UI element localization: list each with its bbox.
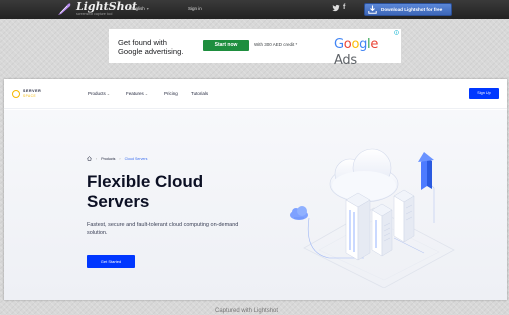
ad-start-now-button[interactable]: Start now bbox=[203, 40, 249, 51]
chevron-down-icon: ▾ bbox=[146, 6, 149, 11]
nav-products[interactable]: Products⌄ bbox=[88, 91, 110, 97]
signin-link[interactable]: Sign in bbox=[188, 6, 202, 11]
lightshot-caption: Captured with Lightshot bbox=[215, 308, 279, 314]
serverspace-logo-icon[interactable] bbox=[12, 90, 20, 98]
get-started-button[interactable]: Get Started bbox=[87, 255, 135, 268]
lightshot-tagline: screenshot capture tool bbox=[76, 12, 113, 16]
breadcrumb: › Products › Cloud Servers bbox=[87, 156, 147, 161]
breadcrumb-separator: › bbox=[96, 156, 98, 161]
site-logo-text[interactable]: SERVER bbox=[23, 89, 41, 93]
chevron-down-icon: ⌄ bbox=[106, 91, 111, 96]
nav-pricing[interactable]: Pricing bbox=[164, 91, 178, 97]
lightshot-header: LightShot screenshot capture tool Englis… bbox=[0, 0, 509, 19]
google-ads-logo: Google Ads bbox=[334, 37, 379, 68]
site-logo-subtext: SPACE bbox=[23, 94, 37, 98]
ad-headline-line2: Google advertising. bbox=[118, 47, 184, 56]
home-icon[interactable] bbox=[87, 156, 92, 161]
breadcrumb-current: Cloud Servers bbox=[124, 156, 148, 161]
hero-title: Flexible Cloud Servers bbox=[87, 172, 204, 211]
captured-webpage: SERVER SPACE Products⌄ Features⌄ Pricing… bbox=[4, 79, 507, 300]
site-navbar: SERVER SPACE Products⌄ Features⌄ Pricing… bbox=[4, 79, 507, 109]
download-button[interactable]: Download Lightshot for free bbox=[364, 3, 452, 16]
signup-button[interactable]: Sign Up bbox=[469, 88, 499, 99]
nav-products-label: Products bbox=[88, 91, 106, 96]
cloud-servers-illustration bbox=[290, 148, 455, 288]
download-icon bbox=[367, 4, 377, 15]
facebook-icon[interactable]: f bbox=[343, 3, 345, 13]
language-select[interactable]: English ▾ bbox=[130, 6, 149, 11]
breadcrumb-products[interactable]: Products bbox=[101, 157, 115, 161]
google-ads-banner[interactable]: Get found with Google advertising. Start… bbox=[109, 29, 401, 68]
ad-info-icon[interactable] bbox=[394, 30, 399, 35]
hero-section: › Products › Cloud Servers Flexible Clou… bbox=[4, 110, 507, 300]
download-label: Download Lightshot for free bbox=[381, 7, 443, 12]
ad-headline: Get found with Google advertising. bbox=[118, 38, 183, 56]
feather-icon[interactable] bbox=[56, 1, 72, 17]
nav-tutorials[interactable]: Tutorials bbox=[191, 91, 208, 97]
language-label: English bbox=[130, 6, 145, 11]
lightshot-brand[interactable]: LightShot bbox=[76, 1, 137, 12]
nav-features[interactable]: Features⌄ bbox=[126, 91, 148, 97]
chevron-down-icon: ⌄ bbox=[144, 91, 149, 96]
hero-description: Fastest, secure and fault-tolerant cloud… bbox=[87, 222, 239, 236]
twitter-icon[interactable] bbox=[332, 4, 340, 12]
nav-features-label: Features bbox=[126, 91, 144, 96]
ads-word: Ads bbox=[334, 53, 357, 68]
ad-headline-line1: Get found with bbox=[118, 38, 167, 47]
ad-credit-text: With 300 AED credit * bbox=[254, 42, 298, 47]
breadcrumb-separator: › bbox=[119, 156, 121, 161]
